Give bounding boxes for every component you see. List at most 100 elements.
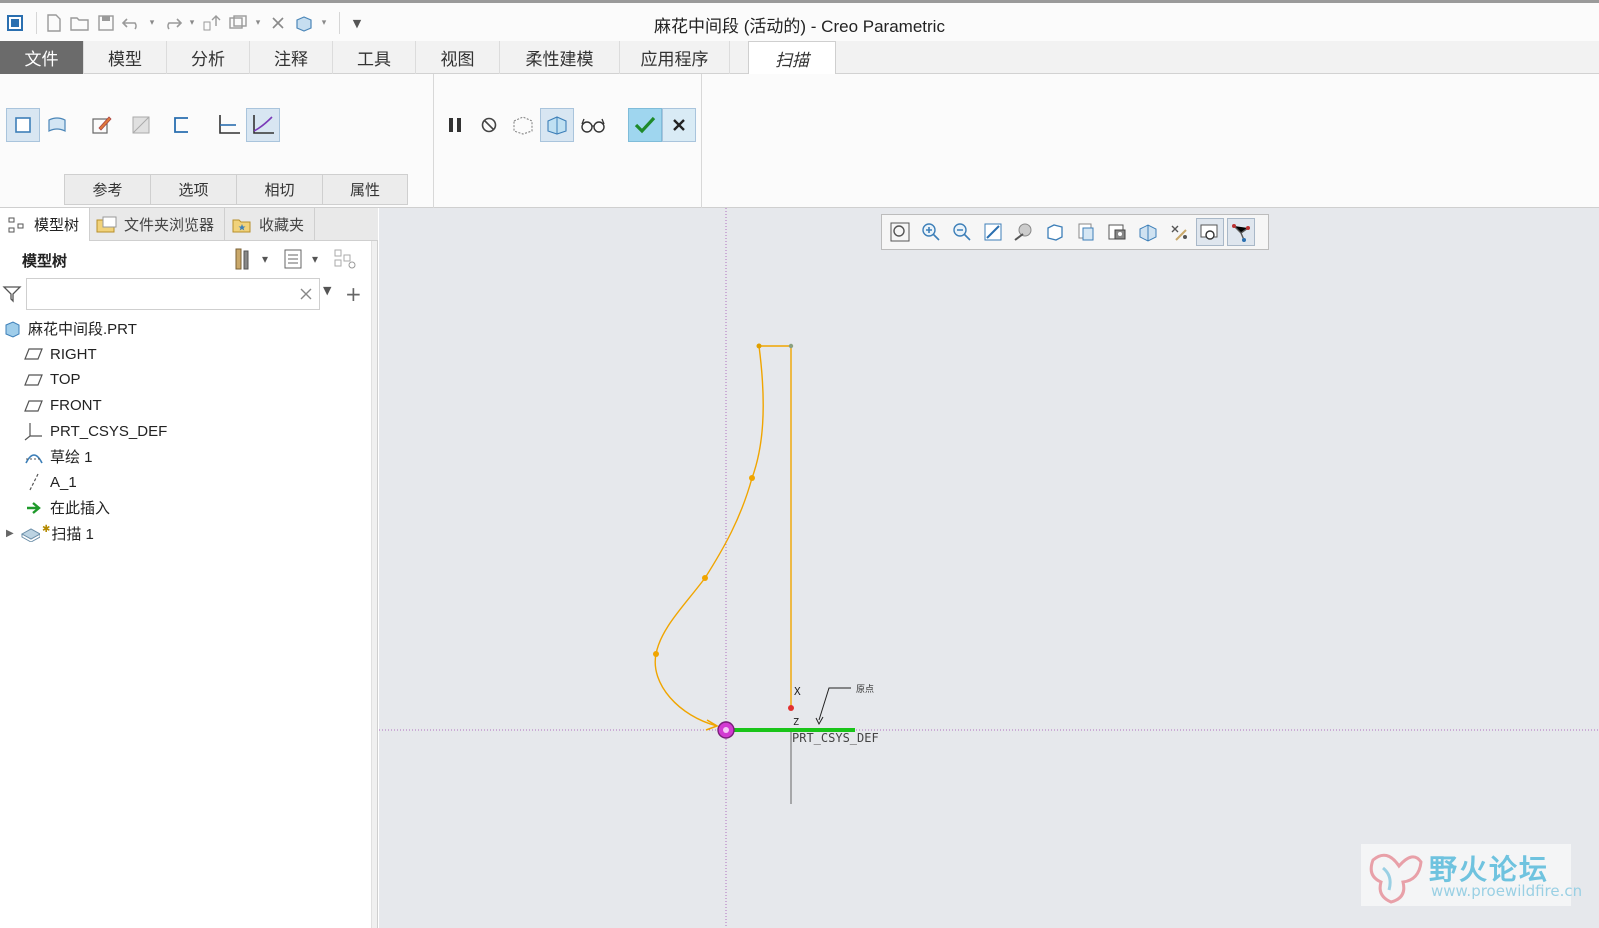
zoom-in-icon[interactable]: [917, 218, 945, 246]
datum-plane-icon: [24, 370, 44, 390]
nav-tab-label: 模型树: [34, 216, 80, 234]
subtab-references[interactable]: 参考: [64, 174, 150, 205]
datum-display-filters-icon[interactable]: [1165, 218, 1193, 246]
dashboard-controls-group: [434, 74, 702, 208]
show-list-icon[interactable]: [280, 246, 306, 272]
tree-item-sketch[interactable]: 草绘 1: [0, 444, 372, 470]
surface-button[interactable]: [40, 108, 74, 142]
no-preview-button[interactable]: [472, 108, 506, 142]
forum-watermark: 野火论坛 www.proewildfire.cn: [1361, 844, 1582, 906]
tab-tools[interactable]: 工具: [333, 41, 416, 74]
nav-tab-favorites[interactable]: 收藏夹: [225, 208, 316, 241]
nav-tab-model-tree[interactable]: 模型树: [0, 208, 91, 241]
spin-center-icon[interactable]: [1227, 218, 1255, 246]
insert-arrow-icon: [24, 498, 44, 518]
model-tree-header: 模型树: [22, 252, 68, 270]
endpoint-marker[interactable]: [788, 705, 794, 711]
refit-icon[interactable]: [886, 218, 914, 246]
model-graphics: X Z 原点 PRT_CSYS_DEF: [379, 208, 1599, 928]
model-tree: 麻花中间段.PRT RIGHT TOP FRONT PRT_CSYS_DEF 草…: [0, 316, 372, 546]
glasses-preview-button[interactable]: [576, 108, 610, 142]
tab-sweep[interactable]: 扫描: [748, 41, 836, 74]
display-style-view-icon[interactable]: [1041, 218, 1069, 246]
pause-icon: [449, 118, 461, 132]
view-manager-icon[interactable]: [1103, 218, 1131, 246]
tree-item-insert-here[interactable]: 在此插入: [0, 495, 372, 521]
solid-icon: [15, 117, 31, 133]
tree-settings-dropdown-icon[interactable]: ▾: [260, 246, 270, 272]
cancel-button[interactable]: [662, 108, 696, 142]
verify-preview-button[interactable]: [540, 108, 574, 142]
checkmark-icon: [634, 116, 656, 134]
show-list-dropdown-icon[interactable]: ▾: [310, 246, 320, 272]
add-filter-icon[interactable]: +: [345, 282, 362, 306]
subtab-properties[interactable]: 属性: [322, 174, 408, 205]
verify-preview-icon: [547, 116, 567, 135]
tab-file[interactable]: 文件: [0, 41, 84, 74]
no-preview-icon: [481, 117, 497, 133]
tree-item-front[interactable]: FRONT: [0, 393, 372, 419]
watermark-logo-icon: [1369, 853, 1423, 904]
repaint-icon[interactable]: [979, 218, 1007, 246]
tab-applications[interactable]: 应用程序: [620, 41, 730, 74]
spline-point[interactable]: [756, 343, 762, 349]
tree-filter-columns-icon[interactable]: [332, 246, 358, 272]
nav-tab-label: 文件夹浏览器: [124, 216, 215, 234]
clear-search-icon[interactable]: [298, 284, 316, 304]
graphics-window[interactable]: X Z 原点 PRT_CSYS_DEF 野火论坛 www.proewildfir…: [379, 208, 1599, 928]
tree-item-top[interactable]: TOP: [0, 367, 372, 393]
saved-orientations-icon[interactable]: [1072, 218, 1100, 246]
variable-section-button[interactable]: [246, 108, 280, 142]
surface-icon: [48, 117, 66, 132]
solid-button[interactable]: [6, 108, 40, 142]
tree-item-part[interactable]: 麻花中间段.PRT: [0, 316, 372, 342]
filter-icon[interactable]: [2, 284, 22, 304]
shading-icon[interactable]: [1010, 218, 1038, 246]
csys-label[interactable]: PRT_CSYS_DEF: [792, 731, 879, 745]
watermark-url: www.proewildfire.cn: [1431, 882, 1583, 900]
subtab-tangency[interactable]: 相切: [236, 174, 322, 205]
annotation-display-icon[interactable]: [1196, 218, 1224, 246]
window-title: 麻花中间段 (活动的) - Creo Parametric: [654, 17, 945, 36]
tree-settings-icon[interactable]: [230, 246, 256, 272]
remove-material-button[interactable]: [124, 108, 158, 142]
spline-point[interactable]: [653, 651, 659, 657]
tree-item-axis[interactable]: A_1: [0, 470, 372, 496]
spline-point[interactable]: [702, 575, 708, 581]
expand-arrow-icon[interactable]: ▶: [6, 528, 20, 539]
part-icon: [2, 319, 22, 339]
nav-tab-folder-browser[interactable]: 文件夹浏览器: [90, 208, 226, 241]
sketch-pencil-icon: [92, 116, 112, 134]
tree-item-label: PRT_CSYS_DEF: [50, 422, 168, 440]
csys-icon: [24, 421, 44, 441]
subtab-options[interactable]: 选项: [150, 174, 236, 205]
tab-flexible-modeling[interactable]: 柔性建模: [500, 41, 620, 74]
thicken-button[interactable]: [164, 108, 198, 142]
navigator-tabs: 模型树 文件夹浏览器 收藏夹: [0, 208, 378, 241]
constant-section-button[interactable]: [212, 108, 246, 142]
navigator-panel: 模型树 文件夹浏览器 收藏夹 模型树 ▾ ▾ ▼ + 麻花中间段.PRT RIG…: [0, 208, 378, 928]
trajectory-spline[interactable]: [654, 345, 764, 727]
tree-item-right[interactable]: RIGHT: [0, 342, 372, 368]
spline-point[interactable]: [749, 475, 755, 481]
tree-item-sweep[interactable]: ▶ ✱ 扫描 1: [0, 521, 372, 547]
trajectory-straight-edges[interactable]: [759, 345, 792, 708]
tab-analysis[interactable]: 分析: [167, 41, 250, 74]
tab-annotate[interactable]: 注释: [250, 41, 333, 74]
datum-plane-icon: [24, 344, 44, 364]
csys-z-label: Z: [793, 717, 799, 728]
panel-scrollbar[interactable]: [371, 241, 377, 928]
zoom-out-icon[interactable]: [948, 218, 976, 246]
tree-item-csys[interactable]: PRT_CSYS_DEF: [0, 418, 372, 444]
tab-model[interactable]: 模型: [84, 41, 167, 74]
pause-button[interactable]: [438, 108, 472, 142]
search-dropdown-icon[interactable]: ▼: [323, 284, 331, 297]
attached-preview-button[interactable]: [506, 108, 540, 142]
tab-view[interactable]: 视图: [416, 41, 500, 74]
ok-button[interactable]: [628, 108, 662, 142]
perspective-view-icon[interactable]: [1134, 218, 1162, 246]
new-feature-star-icon: ✱: [42, 524, 51, 536]
tree-search-input[interactable]: [26, 278, 320, 310]
spline-point[interactable]: [788, 343, 794, 349]
sketch-section-button[interactable]: [84, 108, 118, 142]
